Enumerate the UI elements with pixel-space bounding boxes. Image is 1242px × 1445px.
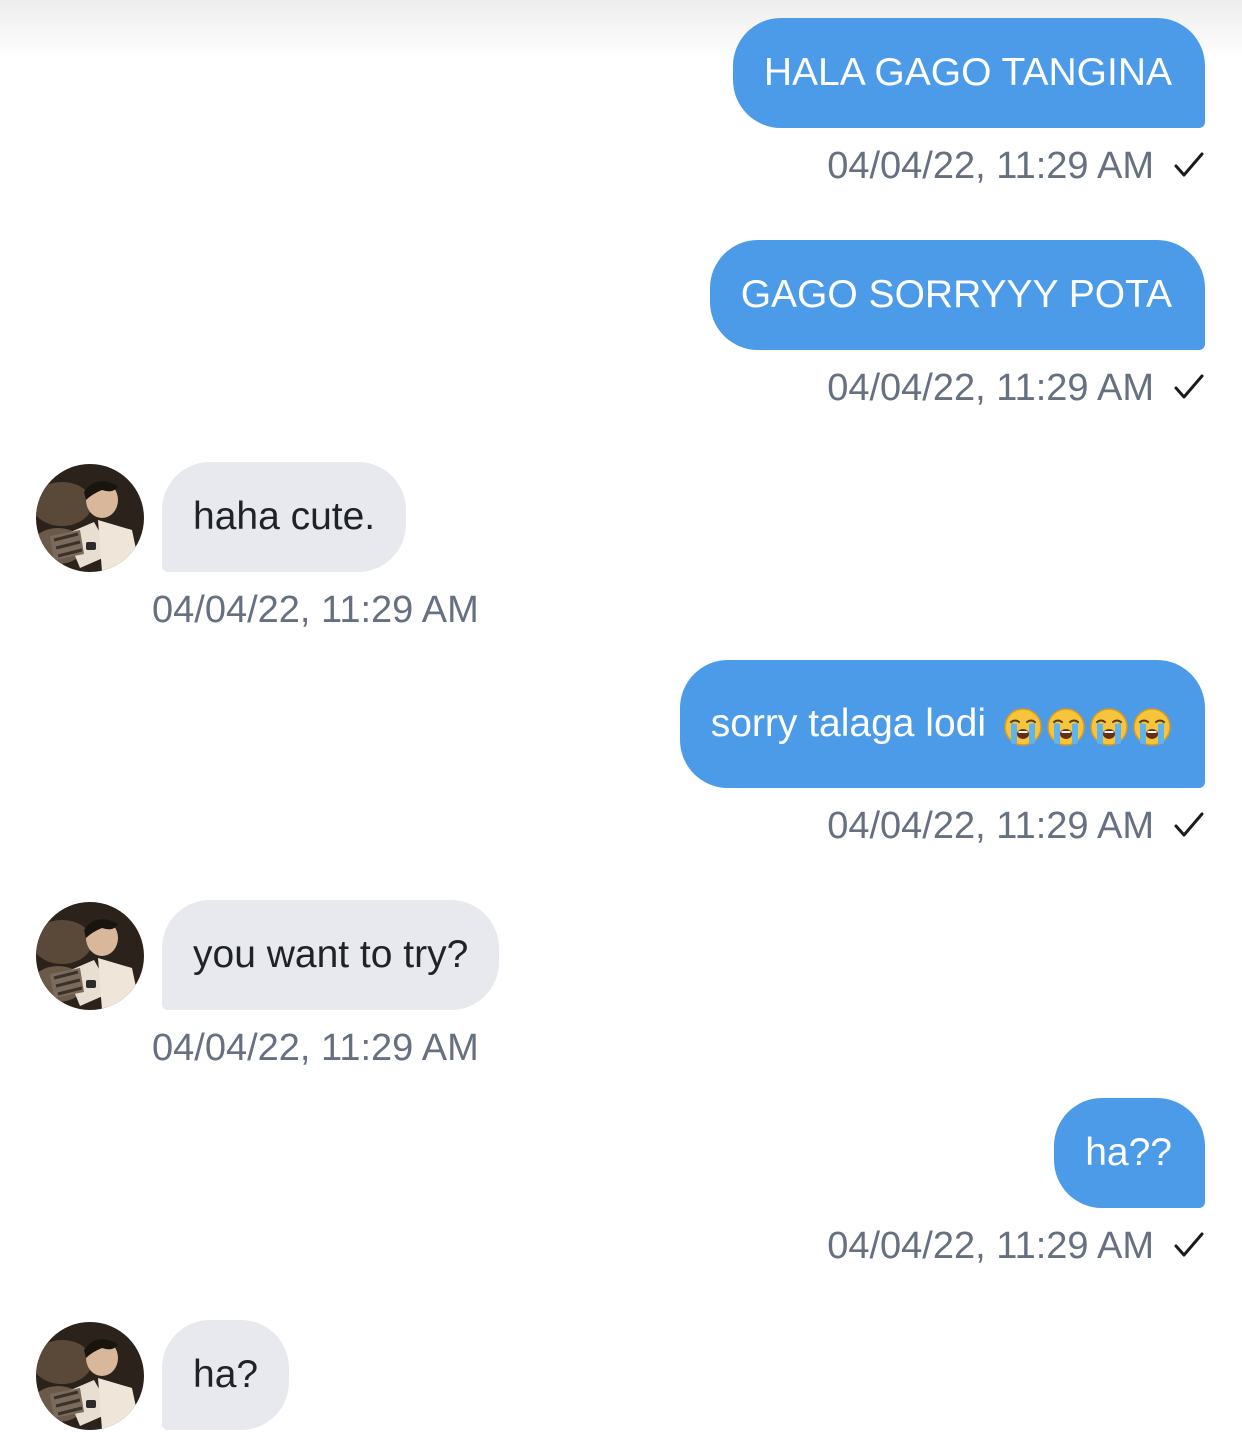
message-timestamp: 04/04/22, 11:29 AM (827, 367, 1154, 409)
message-text: ha?? (1085, 1131, 1172, 1174)
received-message-bubble[interactable]: haha cute. (162, 462, 407, 572)
received-message-bubble[interactable]: ha? (162, 1320, 290, 1430)
checkmark-icon (1172, 1228, 1206, 1262)
emoji-row (1000, 662, 1172, 790)
message-text: HALA GAGO TANGINA (763, 51, 1172, 94)
message-text: sorry talaga lodi (710, 702, 986, 745)
sent-message-bubble[interactable]: sorry talaga lodi (679, 660, 1205, 790)
message-timestamp: 04/04/22, 11:29 AM (152, 589, 479, 631)
message-meta: 04/04/22, 11:29 AM (827, 1224, 1206, 1268)
message-timestamp: 04/04/22, 11:29 AM (827, 805, 1154, 847)
message-timestamp: 04/04/22, 11:29 AM (827, 1225, 1154, 1267)
avatar[interactable] (36, 464, 144, 572)
message-text: ha? (193, 1353, 259, 1396)
sent-message-bubble[interactable]: GAGO SORRYYY POTA (709, 240, 1205, 350)
received-message-bubble[interactable]: you want to try? (162, 900, 500, 1010)
message-text: haha cute. (193, 495, 376, 538)
avatar[interactable] (36, 1322, 144, 1430)
message-meta: 04/04/22, 11:29 AM (827, 366, 1206, 410)
message-text: you want to try? (193, 933, 469, 976)
loudly-crying-face-icon (1089, 707, 1129, 747)
message-text: GAGO SORRYYY POTA (740, 273, 1172, 316)
message-timestamp: 04/04/22, 11:29 AM (827, 145, 1154, 187)
loudly-crying-face-icon (1046, 707, 1086, 747)
message-timestamp: 04/04/22, 11:29 AM (152, 1027, 479, 1069)
loudly-crying-face-icon (1003, 707, 1043, 747)
avatar[interactable] (36, 902, 144, 1010)
checkmark-icon (1172, 808, 1206, 842)
sent-message-bubble[interactable]: HALA GAGO TANGINA (732, 18, 1205, 128)
message-meta: 04/04/22, 11:29 AM (827, 144, 1206, 188)
checkmark-icon (1172, 370, 1206, 404)
message-meta: 04/04/22, 11:29 AM (827, 804, 1206, 848)
checkmark-icon (1172, 148, 1206, 182)
loudly-crying-face-icon (1132, 707, 1172, 747)
sent-message-bubble[interactable]: ha?? (1054, 1098, 1205, 1208)
